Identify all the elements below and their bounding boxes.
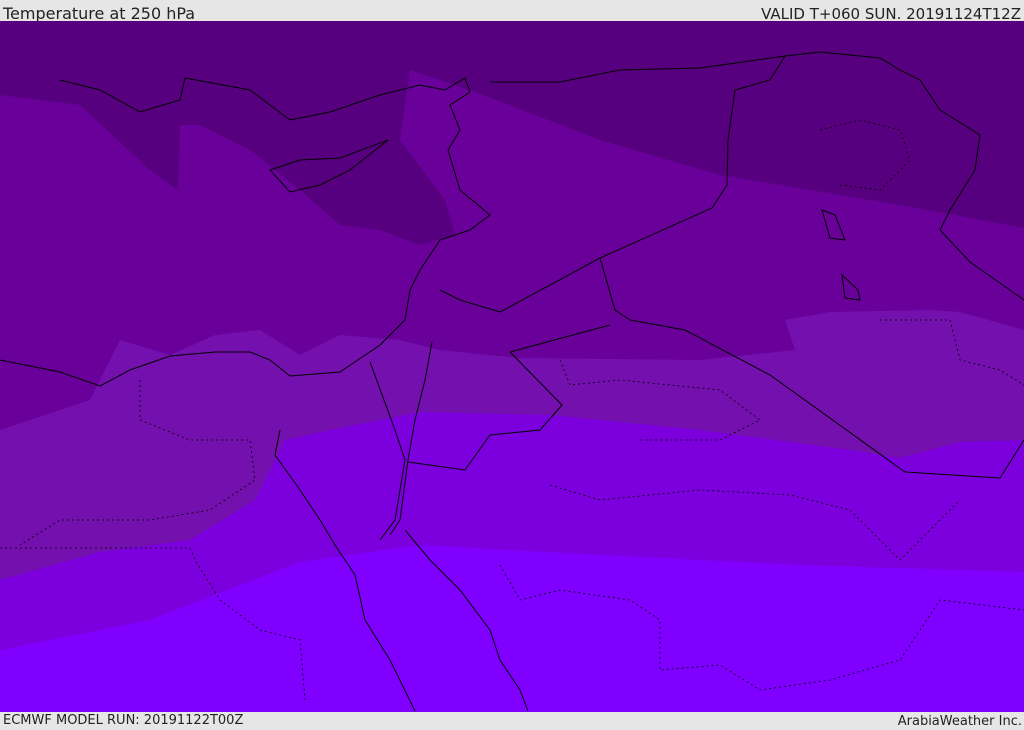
header-bar: Temperature at 250 hPa VALID T+060 SUN. … [0,0,1024,23]
footer-bar: ECMWF MODEL RUN: 20191122T00Z ArabiaWeat… [0,712,1024,729]
temperature-map [0,21,1024,712]
model-run: ECMWF MODEL RUN: 20191122T00Z [3,713,244,728]
credit: ArabiaWeather Inc. [897,714,1022,729]
